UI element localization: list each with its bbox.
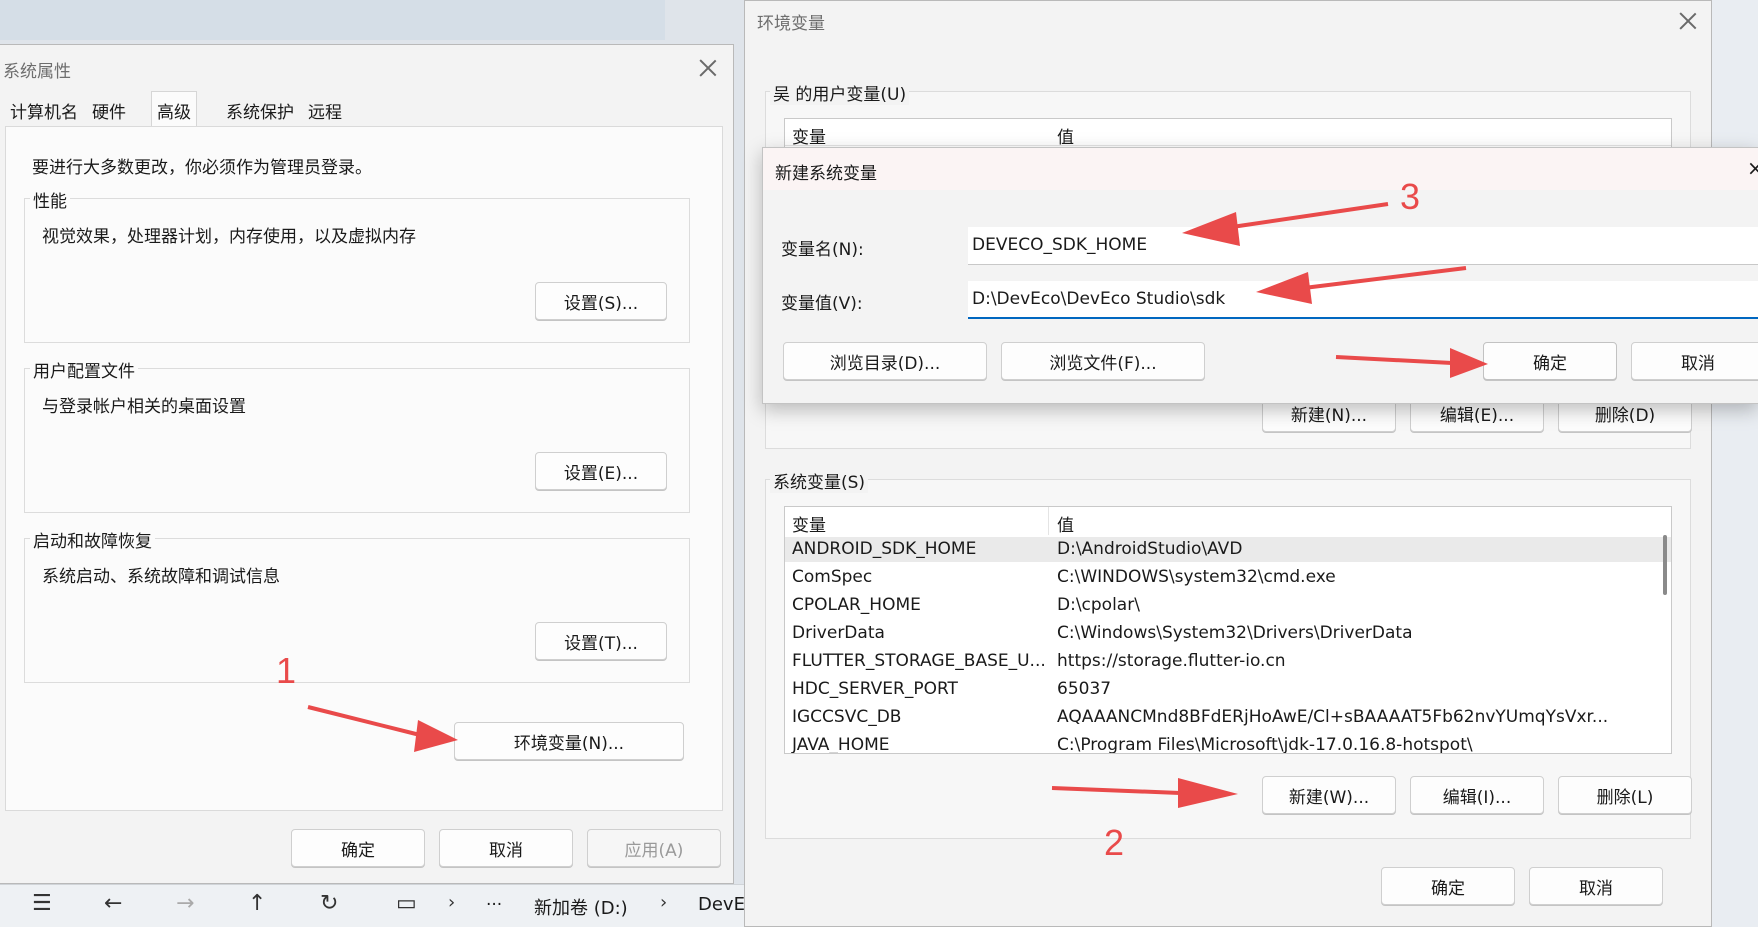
table-row[interactable]: DriverData C:\Windows\System32\Drivers\D… <box>785 621 1671 646</box>
header-val[interactable]: 值 <box>1057 123 1074 148</box>
tab-hardware[interactable]: 硬件 <box>87 96 131 126</box>
cancel-button[interactable]: 取消 <box>1631 342 1758 380</box>
table-row[interactable]: ANDROID_SDK_HOME D:\AndroidStudio\AVD <box>785 537 1671 562</box>
forward-icon[interactable]: → <box>176 891 194 916</box>
explorer-toolbar: ☰ ← → ↑ ↻ ▭ › ··· 新加卷 (D:) › DevE <box>0 884 745 927</box>
table-row[interactable]: IGCCSVC_DB AQAAANCMnd8BFdERjHoAwE/Cl+sBA… <box>785 705 1671 730</box>
startup-recovery-desc: 系统启动、系统故障和调试信息 <box>42 567 280 587</box>
system-edit-button[interactable]: 编辑(I)... <box>1410 776 1544 814</box>
table-row[interactable]: HDC_SERVER_PORT 65037 <box>785 677 1671 702</box>
variable-value-input[interactable]: D:\DevEco\DevEco Studio\sdk <box>968 281 1758 319</box>
variable-name-input[interactable]: DEVECO_SDK_HOME <box>968 227 1758 265</box>
up-icon[interactable]: ↑ <box>248 891 266 916</box>
performance-title: 性能 <box>30 187 70 212</box>
window-title: 环境变量 <box>757 14 825 34</box>
startup-recovery-group: 启动和故障恢复 系统启动、系统故障和调试信息 设置(T)... <box>24 527 690 683</box>
variable-value-label: 变量值(V): <box>781 294 863 314</box>
cancel-button[interactable]: 取消 <box>1529 867 1663 905</box>
user-profile-settings-button[interactable]: 设置(E)... <box>535 452 667 490</box>
header-val[interactable]: 值 <box>1057 511 1074 536</box>
column-divider <box>1048 507 1049 535</box>
performance-desc: 视觉效果，处理器计划，内存使用，以及虚拟内存 <box>42 227 416 247</box>
browse-file-button[interactable]: 浏览文件(F)... <box>1001 342 1205 380</box>
chevron-right-icon: › <box>660 892 668 913</box>
admin-note: 要进行大多数更改，你必须作为管理员登录。 <box>32 158 372 178</box>
tab-computer-name[interactable]: 计算机名 <box>5 96 83 126</box>
chevron-right-icon: › <box>448 892 456 913</box>
close-icon[interactable] <box>1677 10 1699 32</box>
user-profile-title: 用户配置文件 <box>30 357 138 382</box>
system-delete-button[interactable]: 删除(L) <box>1558 776 1692 814</box>
table-row[interactable]: JAVA_HOME C:\Program Files\Microsoft\jdk… <box>785 733 1671 753</box>
startup-settings-button[interactable]: 设置(T)... <box>535 622 667 660</box>
breadcrumb-ellipsis[interactable]: ··· <box>486 895 502 915</box>
user-profile-desc: 与登录帐户相关的桌面设置 <box>42 397 246 417</box>
new-system-variable-dialog: 新建系统变量 × 变量名(N): DEVECO_SDK_HOME 变量值(V):… <box>762 147 1758 404</box>
header-var[interactable]: 变量 <box>792 123 826 148</box>
system-variables-list[interactable]: 变量 值 ANDROID_SDK_HOME D:\AndroidStudio\A… <box>784 506 1672 754</box>
table-row[interactable]: FLUTTER_STORAGE_BASE_U... https://storag… <box>785 649 1671 674</box>
system-properties-window: 系统属性 计算机名 硬件 高级 系统保护 远程 要进行大多数更改，你必须作为管理… <box>0 44 734 884</box>
user-profile-group: 用户配置文件 与登录帐户相关的桌面设置 设置(E)... <box>24 357 690 513</box>
list-header: 变量 值 <box>785 509 1671 536</box>
user-variables-title: 吴 的用户变量(U) <box>770 80 910 105</box>
environment-variables-button[interactable]: 环境变量(N)... <box>454 722 684 760</box>
annotation-number-1: 1 <box>276 650 297 691</box>
ok-button[interactable]: 确定 <box>1381 867 1515 905</box>
variable-name-label: 变量名(N): <box>781 240 864 260</box>
dialog-titlebar <box>763 148 1758 190</box>
table-row[interactable]: CPOLAR_HOME D:\cpolar\ <box>785 593 1671 618</box>
close-icon[interactable] <box>697 57 719 79</box>
performance-settings-button[interactable]: 设置(S)... <box>535 282 667 320</box>
breadcrumb-folder[interactable]: DevE <box>698 894 745 915</box>
ok-button[interactable]: 确定 <box>1483 342 1617 380</box>
performance-group: 性能 视觉效果，处理器计划，内存使用，以及虚拟内存 设置(S)... <box>24 187 690 343</box>
environment-variables-window: 环境变量 吴 的用户变量(U) 变量 值 新建(N)... 编辑(E)... 删… <box>744 0 1712 927</box>
startup-recovery-title: 启动和故障恢复 <box>30 527 155 552</box>
system-new-button[interactable]: 新建(W)... <box>1262 776 1396 814</box>
monitor-icon[interactable]: ▭ <box>396 891 417 916</box>
annotation-number-2: 2 <box>1104 822 1125 863</box>
scrollbar-thumb[interactable] <box>1663 535 1667 595</box>
breadcrumb-drive[interactable]: 新加卷 (D:) <box>534 894 628 920</box>
system-variables-group: 系统变量(S) 变量 值 ANDROID_SDK_HOME D:\Android… <box>765 468 1692 839</box>
tab-advanced[interactable]: 高级 <box>151 91 197 127</box>
tab-system-protection[interactable]: 系统保护 <box>221 96 299 126</box>
menu-icon[interactable]: ☰ <box>32 891 52 916</box>
refresh-icon[interactable]: ↻ <box>320 891 338 916</box>
back-icon[interactable]: ← <box>104 891 122 916</box>
close-icon[interactable]: × <box>1747 156 1758 180</box>
apply-button[interactable]: 应用(A) <box>587 829 721 867</box>
header-var[interactable]: 变量 <box>792 511 826 536</box>
cancel-button[interactable]: 取消 <box>439 829 573 867</box>
table-row[interactable]: ComSpec C:\WINDOWS\system32\cmd.exe <box>785 565 1671 590</box>
list-header: 变量 值 <box>785 121 1671 148</box>
system-variables-title: 系统变量(S) <box>770 468 869 493</box>
window-title: 系统属性 <box>3 62 71 82</box>
annotation-number-3: 3 <box>1400 176 1421 217</box>
ok-button[interactable]: 确定 <box>291 829 425 867</box>
tab-remote[interactable]: 远程 <box>303 96 347 126</box>
dialog-title: 新建系统变量 <box>775 164 877 184</box>
browse-directory-button[interactable]: 浏览目录(D)... <box>783 342 987 380</box>
tab-panel: 要进行大多数更改，你必须作为管理员登录。 性能 视觉效果，处理器计划，内存使用，… <box>5 126 723 811</box>
background-header-strip <box>0 0 665 40</box>
